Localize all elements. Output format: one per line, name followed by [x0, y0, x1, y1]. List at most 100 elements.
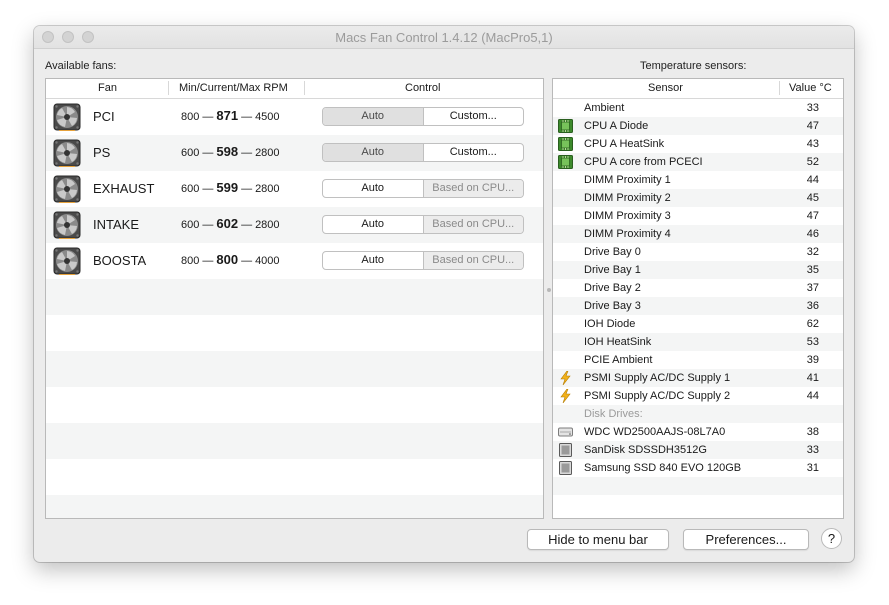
sensor-value: 41	[806, 372, 819, 384]
rpm-separator: —	[202, 111, 214, 123]
sensor-row[interactable]: DIMM Proximity 3 47	[553, 207, 843, 225]
empty-row	[46, 315, 543, 351]
sensor-name: Ambient	[584, 102, 625, 114]
empty-row	[553, 495, 843, 513]
fan-icon	[53, 139, 81, 168]
fan-row[interactable]: EXHAUST 600—599—2800 Auto Based on CPU...	[46, 171, 543, 207]
sensor-value: 32	[806, 246, 819, 258]
empty-row	[46, 279, 543, 315]
sensor-name: WDC WD2500AAJS-08L7A0	[584, 426, 726, 438]
fan-max-rpm: 4500	[255, 111, 280, 123]
fan-row[interactable]: BOOSTA 800—800—4000 Auto Based on CPU...	[46, 243, 543, 279]
sensor-name: IOH HeatSink	[584, 336, 652, 348]
column-fan[interactable]: Fan	[98, 82, 117, 94]
auto-control-button[interactable]: Auto	[323, 216, 424, 233]
fans-table-header: Fan Min/Current/Max RPM Control	[46, 79, 543, 99]
auto-control-button[interactable]: Auto	[323, 108, 424, 125]
fan-row[interactable]: PS 600—598—2800 Auto Custom...	[46, 135, 543, 171]
sensor-row[interactable]: PSMI Supply AC/DC Supply 1 41	[553, 369, 843, 387]
preferences-button[interactable]: Preferences...	[683, 529, 809, 550]
chip-icon	[558, 155, 573, 169]
sensor-row[interactable]: CPU A Diode 47	[553, 117, 843, 135]
custom-control-button[interactable]: Based on CPU...	[423, 180, 523, 197]
rpm-separator: —	[241, 219, 253, 231]
fan-name: INTAKE	[93, 217, 139, 232]
sensor-name: SanDisk SDSSDH3512G	[584, 444, 707, 456]
sensor-row[interactable]: DIMM Proximity 1 44	[553, 171, 843, 189]
lightning-icon	[558, 370, 573, 386]
fan-rpm: 800—800—4000	[181, 252, 280, 267]
sensor-value: 43	[806, 138, 819, 150]
empty-row	[46, 387, 543, 423]
rpm-separator: —	[202, 219, 214, 231]
rpm-separator: —	[241, 255, 253, 267]
help-button[interactable]: ?	[821, 528, 842, 549]
sensor-name: Drive Bay 0	[584, 246, 641, 258]
ssd-icon	[558, 461, 573, 475]
sensor-group-header: Disk Drives:	[553, 405, 843, 423]
sensor-row[interactable]: WDC WD2500AAJS-08L7A0 38	[553, 423, 843, 441]
auto-control-button[interactable]: Auto	[323, 252, 424, 269]
fan-row[interactable]: INTAKE 600—602—2800 Auto Based on CPU...	[46, 207, 543, 243]
sensor-name: IOH Diode	[584, 318, 636, 330]
sensor-value: 35	[806, 264, 819, 276]
fan-min-rpm: 600	[181, 147, 200, 159]
sensor-value: 39	[806, 354, 819, 366]
sensors-table: Sensor Value °C Ambient 33 CPU A Diode 47 CP…	[552, 78, 844, 519]
sensor-value: 52	[806, 156, 819, 168]
column-value[interactable]: Value °C	[789, 82, 832, 94]
sensor-value: 33	[806, 444, 819, 456]
rpm-separator: —	[202, 255, 214, 267]
empty-row	[46, 351, 543, 387]
fan-current-rpm: 871	[216, 108, 239, 123]
fan-name: BOOSTA	[93, 253, 147, 268]
sensor-name: DIMM Proximity 1	[584, 174, 671, 186]
available-fans-label: Available fans:	[45, 60, 117, 72]
sensor-row[interactable]: PCIE Ambient 39	[553, 351, 843, 369]
fan-control-segmented: Auto Custom...	[322, 107, 524, 126]
rpm-separator: —	[241, 147, 253, 159]
auto-control-button[interactable]: Auto	[323, 180, 424, 197]
fan-control-segmented: Auto Custom...	[322, 143, 524, 162]
rpm-separator: —	[202, 183, 214, 195]
sensor-value: 37	[806, 282, 819, 294]
sensor-name: Drive Bay 1	[584, 264, 641, 276]
sensor-row[interactable]: CPU A core from PCECI 52	[553, 153, 843, 171]
fan-rpm: 800—871—4500	[181, 108, 280, 123]
fan-icon	[53, 103, 81, 132]
sensor-row[interactable]: IOH HeatSink 53	[553, 333, 843, 351]
custom-control-button[interactable]: Custom...	[424, 144, 524, 161]
temperature-sensors-label: Temperature sensors:	[640, 60, 747, 72]
sensor-row[interactable]: SanDisk SDSSDH3512G 33	[553, 441, 843, 459]
sensor-row[interactable]: IOH Diode 62	[553, 315, 843, 333]
sensor-row[interactable]: Drive Bay 3 36	[553, 297, 843, 315]
sensor-name: CPU A Diode	[584, 120, 649, 132]
chip-icon	[558, 119, 573, 133]
sensor-row[interactable]: DIMM Proximity 4 46	[553, 225, 843, 243]
fan-icon	[53, 175, 81, 204]
fan-row[interactable]: PCI 800—871—4500 Auto Custom...	[46, 99, 543, 135]
sensor-row[interactable]: Drive Bay 2 37	[553, 279, 843, 297]
sensor-row[interactable]: Samsung SSD 840 EVO 120GB 31	[553, 459, 843, 477]
sensor-row[interactable]: Ambient 33	[553, 99, 843, 117]
column-sensor[interactable]: Sensor	[648, 82, 683, 94]
column-control[interactable]: Control	[405, 82, 440, 94]
fan-rpm: 600—598—2800	[181, 144, 280, 159]
empty-row	[46, 423, 543, 459]
hide-to-menu-bar-button[interactable]: Hide to menu bar	[527, 529, 669, 550]
custom-control-button[interactable]: Custom...	[424, 108, 524, 125]
auto-control-button[interactable]: Auto	[323, 144, 424, 161]
sensor-row[interactable]: Drive Bay 1 35	[553, 261, 843, 279]
custom-control-button[interactable]: Based on CPU...	[423, 252, 523, 269]
fan-name: PCI	[93, 109, 115, 124]
sensor-row[interactable]: CPU A HeatSink 43	[553, 135, 843, 153]
sensor-row[interactable]: PSMI Supply AC/DC Supply 2 44	[553, 387, 843, 405]
custom-control-button[interactable]: Based on CPU...	[423, 216, 523, 233]
sensor-row[interactable]: DIMM Proximity 2 45	[553, 189, 843, 207]
split-view-handle[interactable]	[547, 288, 551, 292]
column-rpm[interactable]: Min/Current/Max RPM	[179, 82, 288, 94]
fan-name: PS	[93, 145, 111, 160]
sensor-row[interactable]: Drive Bay 0 32	[553, 243, 843, 261]
sensor-name: Disk Drives:	[584, 408, 643, 420]
fan-max-rpm: 2800	[255, 147, 280, 159]
